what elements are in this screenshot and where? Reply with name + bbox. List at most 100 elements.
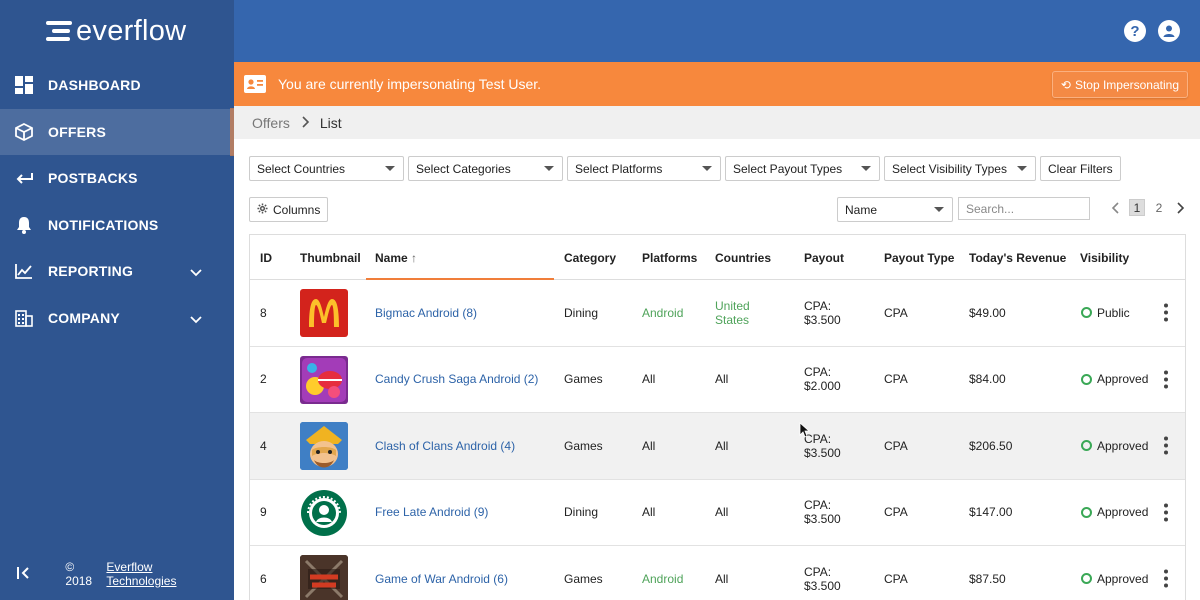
page-1-button[interactable]: 1 <box>1129 199 1145 216</box>
row-menu-icon[interactable] <box>1164 369 1168 390</box>
visibility-label: Approved <box>1097 571 1149 586</box>
categories-select[interactable]: Select Categories <box>408 156 563 181</box>
table-toolbar: Columns Name 1 2 <box>249 197 1189 222</box>
visibility-types-select[interactable]: Select Visibility Types <box>884 156 1036 181</box>
caret-down-icon <box>1017 166 1027 171</box>
sidebar-item-company[interactable]: COMPANY <box>0 295 234 342</box>
stop-impersonating-button[interactable]: ⟲ Stop Impersonating <box>1051 71 1188 98</box>
breadcrumb: Offers List <box>234 106 1200 139</box>
cell-payout-line1: CPA: <box>804 564 832 579</box>
platforms-select[interactable]: Select Platforms <box>567 156 721 181</box>
header-name[interactable]: Name ↑ <box>375 251 417 265</box>
help-icon[interactable]: ? <box>1124 20 1146 42</box>
columns-button[interactable]: Columns <box>249 197 329 222</box>
sidebar-item-postbacks[interactable]: POSTBACKS <box>0 155 234 202</box>
categories-select-label: Select Categories <box>416 161 511 176</box>
row-menu-icon[interactable] <box>1164 502 1168 523</box>
sidebar-item-label: DASHBOARD <box>48 77 141 94</box>
row-menu-icon[interactable] <box>1164 302 1168 323</box>
offer-name-link[interactable]: Clash of Clans Android (4) <box>375 439 515 453</box>
cell-payout-line2: $2.000 <box>804 379 841 394</box>
breadcrumb-offers[interactable]: Offers <box>252 115 290 131</box>
header-id[interactable]: ID <box>260 251 272 265</box>
visibility-types-select-label: Select Visibility Types <box>892 161 1007 176</box>
status-circle-icon <box>1081 440 1092 452</box>
cell-countries: All <box>715 505 729 520</box>
mouse-cursor-icon <box>799 422 810 438</box>
game-of-war-thumbnail <box>300 555 348 600</box>
page-2-button[interactable]: 2 <box>1151 199 1167 216</box>
row-menu-icon[interactable] <box>1164 435 1168 456</box>
collapse-sidebar-icon[interactable] <box>16 566 35 583</box>
prev-page-icon[interactable] <box>1107 199 1123 216</box>
cell-visibility: Approved <box>1081 372 1148 386</box>
cell-platforms: All <box>642 372 656 387</box>
sidebar-footer: © 2018 Everflow Technologies <box>16 560 222 588</box>
status-circle-icon <box>1081 373 1092 385</box>
company-link[interactable]: Everflow Technologies <box>106 560 222 588</box>
payout-types-select-label: Select Payout Types <box>733 161 843 176</box>
filter-bar: Select Countries Select Categories Selec… <box>249 156 1121 181</box>
status-circle-icon <box>1081 307 1092 319</box>
offer-name-link[interactable]: Free Late Android (9) <box>375 505 488 519</box>
header-platforms[interactable]: Platforms <box>642 251 697 265</box>
cell-category: Games <box>564 438 603 453</box>
stop-icon: ⟲ <box>1060 77 1071 92</box>
chevron-down-icon <box>190 311 202 327</box>
cell-visibility: Public <box>1081 306 1130 320</box>
sidebar-item-dashboard[interactable]: DASHBOARD <box>0 62 234 109</box>
candy-crush-thumbnail <box>300 355 348 404</box>
cell-payout: CPA: $3.500 <box>804 498 841 526</box>
table-row[interactable]: 2 Candy Crush Saga Android (2) Games All… <box>250 347 1185 413</box>
next-page-icon[interactable] <box>1173 199 1189 216</box>
clear-filters-button[interactable]: Clear Filters <box>1040 156 1121 181</box>
cell-payout-type: CPA <box>884 372 908 387</box>
cell-revenue: $206.50 <box>969 438 1013 453</box>
countries-select[interactable]: Select Countries <box>249 156 404 181</box>
cell-visibility: Approved <box>1081 505 1148 519</box>
cell-visibility: Approved <box>1081 572 1148 586</box>
cell-countries: All <box>715 571 729 586</box>
table-row[interactable]: 9 Free Late Android (9) Dining All All C… <box>250 480 1185 546</box>
pagination: 1 2 <box>1104 199 1192 216</box>
header-visibility[interactable]: Visibility <box>1080 251 1129 265</box>
visibility-label: Approved <box>1097 438 1149 453</box>
chevron-down-icon <box>190 264 202 280</box>
row-menu-icon[interactable] <box>1164 568 1168 589</box>
countries-select-label: Select Countries <box>257 161 346 176</box>
status-circle-icon <box>1081 573 1092 585</box>
table-row[interactable]: 4 Clash of Clans Android (4) Games All A… <box>250 413 1185 480</box>
header-countries[interactable]: Countries <box>715 251 771 265</box>
table-row[interactable]: 6 Game of War Android (6) Games Android … <box>250 546 1185 600</box>
sidebar-item-offers[interactable]: OFFERS <box>0 108 234 155</box>
sidebar-item-label: NOTIFICATIONS <box>48 216 159 233</box>
chevron-right-icon <box>302 115 310 131</box>
cell-payout-line1: CPA: <box>804 298 832 313</box>
starbucks-thumbnail <box>300 488 348 537</box>
search-input[interactable] <box>958 197 1090 220</box>
user-profile-icon[interactable] <box>1158 20 1180 42</box>
cell-payout: CPA: $3.500 <box>804 565 841 593</box>
header-revenue[interactable]: Today's Revenue <box>969 251 1066 265</box>
cell-payout-line2: $3.500 <box>804 445 841 460</box>
offer-name-link[interactable]: Game of War Android (6) <box>375 572 508 586</box>
cell-category: Games <box>564 372 603 387</box>
table-row[interactable]: 8 Bigmac Android (8) Dining Android Unit… <box>250 280 1185 347</box>
clash-of-clans-thumbnail <box>300 422 348 470</box>
sort-select[interactable]: Name <box>837 197 953 222</box>
sidebar-item-label: COMPANY <box>48 309 120 326</box>
sort-select-label: Name <box>845 202 878 217</box>
cell-payout-line2: $3.500 <box>804 512 841 527</box>
header-payout[interactable]: Payout <box>804 251 844 265</box>
sidebar-item-notifications[interactable]: NOTIFICATIONS <box>0 202 234 249</box>
cube-icon <box>14 122 34 142</box>
header-payout-type[interactable]: Payout Type <box>884 251 954 265</box>
offer-name-link[interactable]: Bigmac Android (8) <box>375 306 477 320</box>
brand-logo[interactable]: everflow <box>0 0 234 62</box>
payout-types-select[interactable]: Select Payout Types <box>725 156 880 181</box>
offer-name-link[interactable]: Candy Crush Saga Android (2) <box>375 372 538 386</box>
cell-countries: United States <box>715 299 750 327</box>
header-category[interactable]: Category <box>564 251 616 265</box>
cell-visibility: Approved <box>1081 439 1148 453</box>
sidebar-item-reporting[interactable]: REPORTING <box>0 248 234 295</box>
